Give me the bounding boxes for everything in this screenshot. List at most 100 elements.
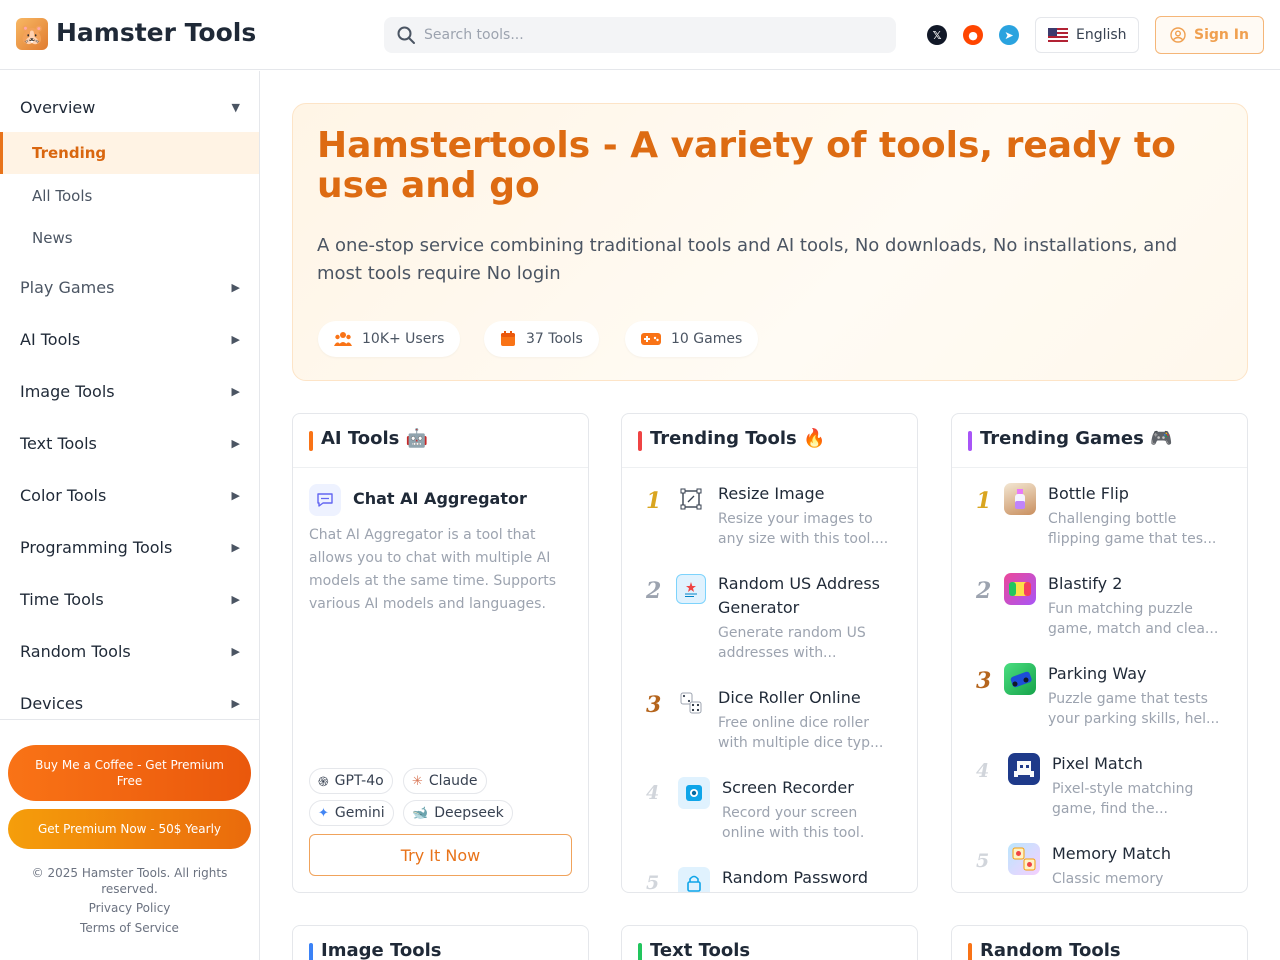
image-tools-card: Image Tools bbox=[292, 925, 589, 960]
reddit-icon[interactable]: ● bbox=[963, 25, 983, 45]
sidebar-group-play-games[interactable]: Play Games ▶ bbox=[20, 278, 240, 297]
chip-label: GPT-4o bbox=[334, 773, 384, 789]
game-desc: Pixel-style matching game, find the... bbox=[1052, 781, 1194, 817]
buy-coffee-button[interactable]: Buy Me a Coffee - Get Premium Free bbox=[8, 745, 251, 801]
rank-number: 4 bbox=[976, 760, 990, 782]
sidebar-group-label: Image Tools bbox=[20, 382, 115, 401]
card-title[interactable]: Random Tools bbox=[980, 940, 1121, 960]
rank-number: 1 bbox=[976, 488, 992, 514]
us-flag-icon bbox=[1048, 28, 1068, 42]
model-chip-claude[interactable]: ✳ Claude bbox=[403, 768, 487, 794]
gamepad-icon bbox=[641, 333, 661, 345]
card-title[interactable]: Image Tools bbox=[321, 940, 441, 960]
stat-tools: 37 Tools bbox=[484, 321, 599, 357]
sidebar-group-time-tools[interactable]: Time Tools ▶ bbox=[20, 590, 240, 609]
trending-games-card: Trending Games 🎮 1 Bottle Flip Challengi… bbox=[951, 413, 1248, 893]
tool-title: Random Password bbox=[722, 868, 869, 887]
card-accent-bar bbox=[638, 431, 642, 451]
game-title: Bottle Flip bbox=[1048, 484, 1129, 503]
ai-tools-card: AI Tools 🤖 Chat AI Aggregator Chat AI Ag… bbox=[292, 413, 589, 893]
game-title: Blastify 2 bbox=[1048, 574, 1123, 593]
sidebar-group-programming-tools[interactable]: Programming Tools ▶ bbox=[20, 538, 240, 557]
model-chip-gemini[interactable]: ✦ Gemini bbox=[309, 800, 394, 826]
chip-label: Deepseek bbox=[434, 805, 504, 821]
chevron-right-icon: ▶ bbox=[231, 385, 240, 398]
sidebar-group-label: Random Tools bbox=[20, 642, 131, 661]
sidebar-group-devices[interactable]: Devices ▶ bbox=[20, 694, 240, 713]
sidebar-group-label: Color Tools bbox=[20, 486, 107, 505]
telegram-icon[interactable]: ➤ bbox=[999, 25, 1019, 45]
game-desc: Challenging bottle flipping game that te… bbox=[1048, 511, 1217, 547]
rank-number: 5 bbox=[976, 850, 990, 872]
game-desc: Classic memory bbox=[1052, 871, 1164, 887]
hero-title: Hamstertools - A variety of tools, ready… bbox=[317, 125, 1176, 206]
chat-ai-aggregator-desc: Chat AI Aggregator is a tool that allows… bbox=[309, 527, 557, 612]
memory-match-game-icon bbox=[1008, 843, 1040, 875]
hamster-logo-icon[interactable]: 🐹 bbox=[16, 18, 48, 50]
blastify-game-icon bbox=[1004, 573, 1036, 605]
tool-title: Dice Roller Online bbox=[718, 688, 861, 707]
language-label: English bbox=[1076, 27, 1127, 43]
sidebar-group-ai-tools[interactable]: AI Tools ▶ bbox=[20, 330, 240, 349]
tool-title: Random US Address Generator bbox=[718, 574, 880, 617]
game-title: Parking Way bbox=[1048, 664, 1147, 683]
copyright-text: © 2025 Hamster Tools. All rights reserve… bbox=[31, 866, 228, 896]
sidebar-group-random-tools[interactable]: Random Tools ▶ bbox=[20, 642, 240, 661]
sidebar-group-text-tools[interactable]: Text Tools ▶ bbox=[20, 434, 240, 453]
rank-number: 1 bbox=[646, 488, 662, 514]
sidebar-item-trending[interactable]: Trending bbox=[0, 132, 259, 174]
search-bar[interactable] bbox=[384, 17, 896, 53]
sidebar-item-label: All Tools bbox=[32, 187, 93, 205]
tool-desc: Resize your images to any size with this… bbox=[718, 511, 889, 547]
chevron-right-icon: ▶ bbox=[231, 645, 240, 658]
stat-games: 10 Games bbox=[625, 321, 759, 357]
stat-label: 10 Games bbox=[671, 331, 743, 347]
sidebar-item-label: Trending bbox=[32, 144, 107, 162]
sidebar-group-color-tools[interactable]: Color Tools ▶ bbox=[20, 486, 240, 505]
top-header: 🐹 Hamster Tools 𝕏 ● ➤ English Sign In bbox=[0, 0, 1280, 70]
tool-title: Screen Recorder bbox=[722, 778, 854, 797]
sign-in-label: Sign In bbox=[1194, 27, 1249, 43]
bottle-flip-game-icon bbox=[1004, 483, 1036, 515]
sidebar-group-overview[interactable]: Overview ▼ bbox=[20, 98, 240, 117]
sidebar-group-image-tools[interactable]: Image Tools ▶ bbox=[20, 382, 240, 401]
trending-tools-card: Trending Tools 🔥 1 Resize Image Resize y… bbox=[621, 413, 918, 893]
text-tools-card: Text Tools bbox=[621, 925, 918, 960]
sidebar-group-label: Overview bbox=[20, 98, 96, 117]
card-header: Trending Tools 🔥 bbox=[622, 414, 917, 468]
card-title[interactable]: AI Tools 🤖 bbox=[321, 428, 428, 449]
game-title: Pixel Match bbox=[1052, 754, 1143, 773]
card-title[interactable]: Trending Tools 🔥 bbox=[650, 428, 825, 449]
model-chip-gpt4o[interactable]: ֍ GPT-4o bbox=[309, 768, 393, 794]
address-card-icon bbox=[676, 574, 706, 604]
brand-name[interactable]: Hamster Tools bbox=[56, 18, 256, 47]
game-title: Memory Match bbox=[1052, 844, 1171, 863]
card-title[interactable]: Text Tools bbox=[650, 940, 750, 960]
calendar-icon bbox=[501, 331, 515, 346]
chevron-down-icon: ▼ bbox=[231, 101, 240, 114]
gemini-icon: ✦ bbox=[318, 805, 329, 821]
sidebar-item-label: News bbox=[32, 229, 73, 247]
language-selector[interactable]: English bbox=[1035, 17, 1139, 53]
sidebar-item-news[interactable]: News bbox=[0, 217, 259, 259]
sidebar-nav: Overview ▼ Trending All Tools News Play … bbox=[0, 71, 259, 719]
search-icon bbox=[397, 26, 415, 44]
chevron-right-icon: ▶ bbox=[231, 697, 240, 710]
chevron-right-icon: ▶ bbox=[231, 281, 240, 294]
chip-label: Claude bbox=[428, 773, 478, 789]
sign-in-button[interactable]: Sign In bbox=[1155, 16, 1264, 54]
rank-number: 2 bbox=[976, 578, 992, 604]
card-title[interactable]: Trending Games 🎮 bbox=[980, 428, 1173, 449]
search-input[interactable] bbox=[424, 17, 884, 53]
try-it-now-button[interactable]: Try It Now bbox=[309, 834, 572, 876]
sidebar: Overview ▼ Trending All Tools News Play … bbox=[0, 71, 260, 960]
sidebar-item-all-tools[interactable]: All Tools bbox=[0, 175, 259, 217]
x-twitter-icon[interactable]: 𝕏 bbox=[927, 25, 947, 45]
model-chip-deepseek[interactable]: 🐋 Deepseek bbox=[403, 800, 513, 826]
card-header: Trending Games 🎮 bbox=[952, 414, 1247, 468]
terms-of-service-link[interactable]: Terms of Service bbox=[0, 921, 259, 935]
chat-ai-aggregator-title[interactable]: Chat AI Aggregator bbox=[353, 489, 527, 508]
get-premium-button[interactable]: Get Premium Now - 50$ Yearly bbox=[8, 809, 251, 849]
card-accent-bar bbox=[968, 431, 972, 451]
privacy-policy-link[interactable]: Privacy Policy bbox=[0, 901, 259, 915]
